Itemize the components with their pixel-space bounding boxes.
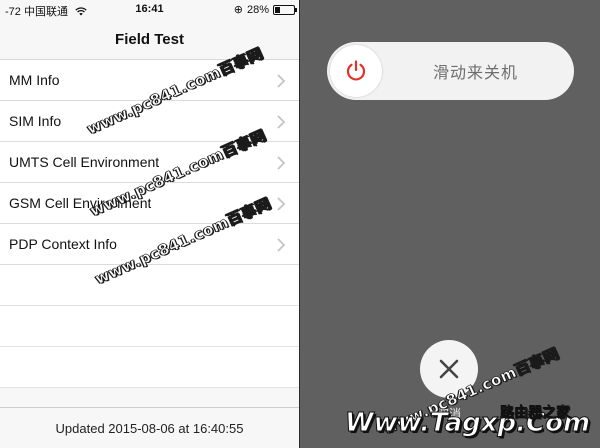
- slider-label: 滑动来关机: [432, 65, 518, 82]
- power-icon: [346, 60, 366, 81]
- empty-row: [0, 347, 299, 388]
- page-title: Field Test: [115, 31, 184, 48]
- last-updated-text: Updated 2015-08-06 at 16:40:55: [55, 420, 244, 436]
- chevron-right-icon: [277, 156, 286, 170]
- menu-item-label: SIM Info: [9, 113, 62, 129]
- status-right: ⊕ 28%: [233, 3, 297, 16]
- menu-item-label: PDP Context Info: [9, 236, 117, 252]
- slide-to-power-off[interactable]: 滑动来关机: [327, 42, 574, 100]
- field-test-screen: -72 中国联通 16:41 ⊕ 28% Field Test MM Info …: [0, 0, 299, 448]
- empty-row: [0, 306, 299, 347]
- status-bar: -72 中国联通 16:41 ⊕ 28%: [0, 0, 299, 20]
- watermark-brand-small: 路由器之家: [500, 405, 571, 422]
- battery-level-fill: [275, 6, 280, 13]
- power-slider-knob[interactable]: [330, 45, 382, 97]
- chevron-right-icon: [277, 74, 286, 88]
- last-updated-footer: Updated 2015-08-06 at 16:40:55: [0, 407, 299, 448]
- battery-icon: [273, 4, 297, 15]
- chevron-right-icon: [277, 238, 286, 252]
- empty-row: [0, 265, 299, 306]
- menu-item-label: MM Info: [9, 72, 60, 88]
- close-icon: [439, 359, 459, 379]
- menu-item-label: UMTS Cell Environment: [9, 154, 160, 170]
- battery-percent: 28%: [246, 3, 269, 16]
- orientation-lock-icon: ⊕: [233, 4, 243, 16]
- chevron-right-icon: [277, 197, 286, 211]
- chevron-right-icon: [277, 115, 286, 129]
- power-off-screen: 滑动来关机 取消: [300, 0, 600, 448]
